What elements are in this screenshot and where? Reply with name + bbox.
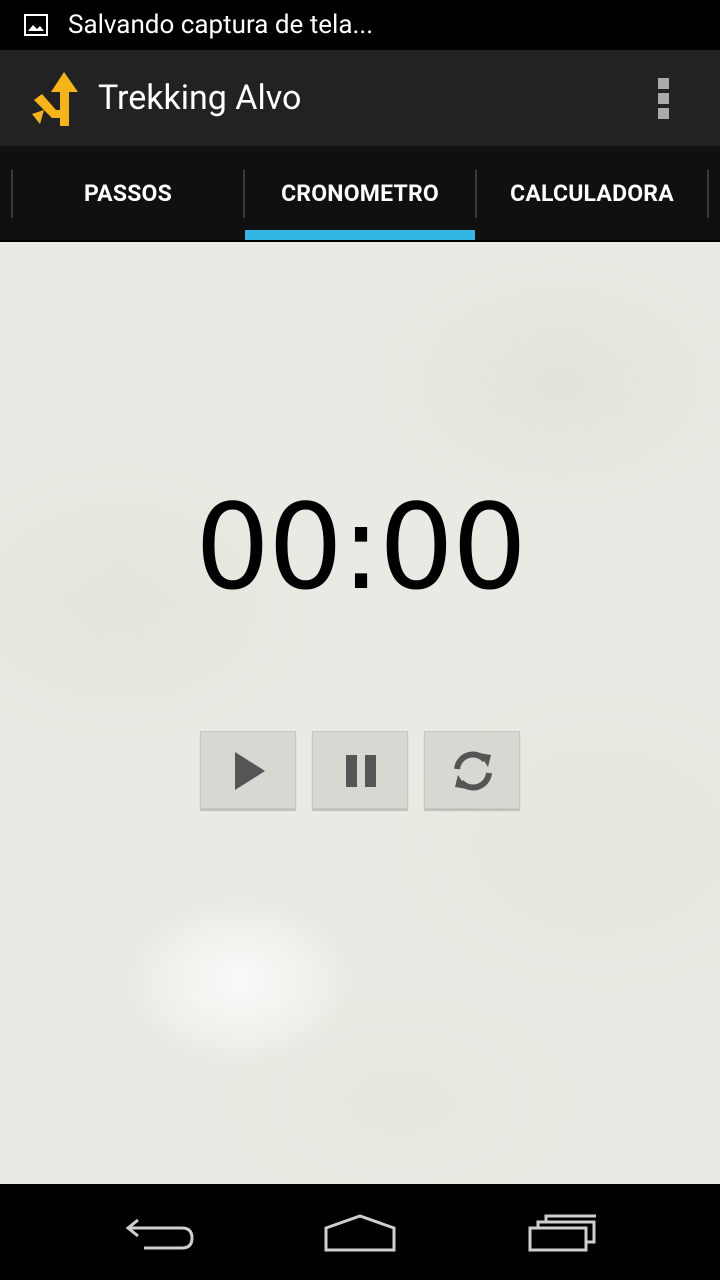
refresh-icon: [454, 751, 492, 791]
tab-passos[interactable]: PASSOS: [12, 146, 244, 240]
status-bar: Salvando captura de tela...: [0, 0, 720, 50]
app-title: Trekking Alvo: [98, 78, 302, 118]
system-nav-bar: [0, 1184, 720, 1280]
turn-arrow-icon: [32, 72, 78, 126]
action-bar: Trekking Alvo: [0, 50, 720, 146]
image-icon: [24, 14, 48, 36]
play-button[interactable]: [200, 731, 296, 809]
reset-button[interactable]: [424, 731, 520, 809]
overflow-dot: [658, 78, 669, 89]
back-icon[interactable]: [120, 1212, 200, 1252]
more-vert-icon[interactable]: [652, 76, 676, 122]
tab-calculadora[interactable]: CALCULADORA: [476, 146, 708, 240]
stopwatch-time: 00:00: [194, 478, 527, 616]
stopwatch-panel: 00:00: [0, 242, 720, 1184]
play-icon: [235, 752, 265, 790]
tab-divider: [707, 170, 709, 218]
recent-apps-icon[interactable]: [522, 1212, 602, 1252]
notification-text: Salvando captura de tela...: [68, 10, 374, 40]
tab-bar: PASSOS CRONOMETRO CALCULADORA: [0, 146, 720, 242]
selected-tab-indicator: [245, 230, 475, 240]
tab-cronometro[interactable]: CRONOMETRO: [244, 146, 476, 240]
pause-icon: [346, 755, 376, 787]
pause-button[interactable]: [312, 731, 408, 809]
overflow-dot: [658, 108, 669, 119]
overflow-dot: [658, 93, 669, 104]
home-icon[interactable]: [320, 1212, 400, 1252]
